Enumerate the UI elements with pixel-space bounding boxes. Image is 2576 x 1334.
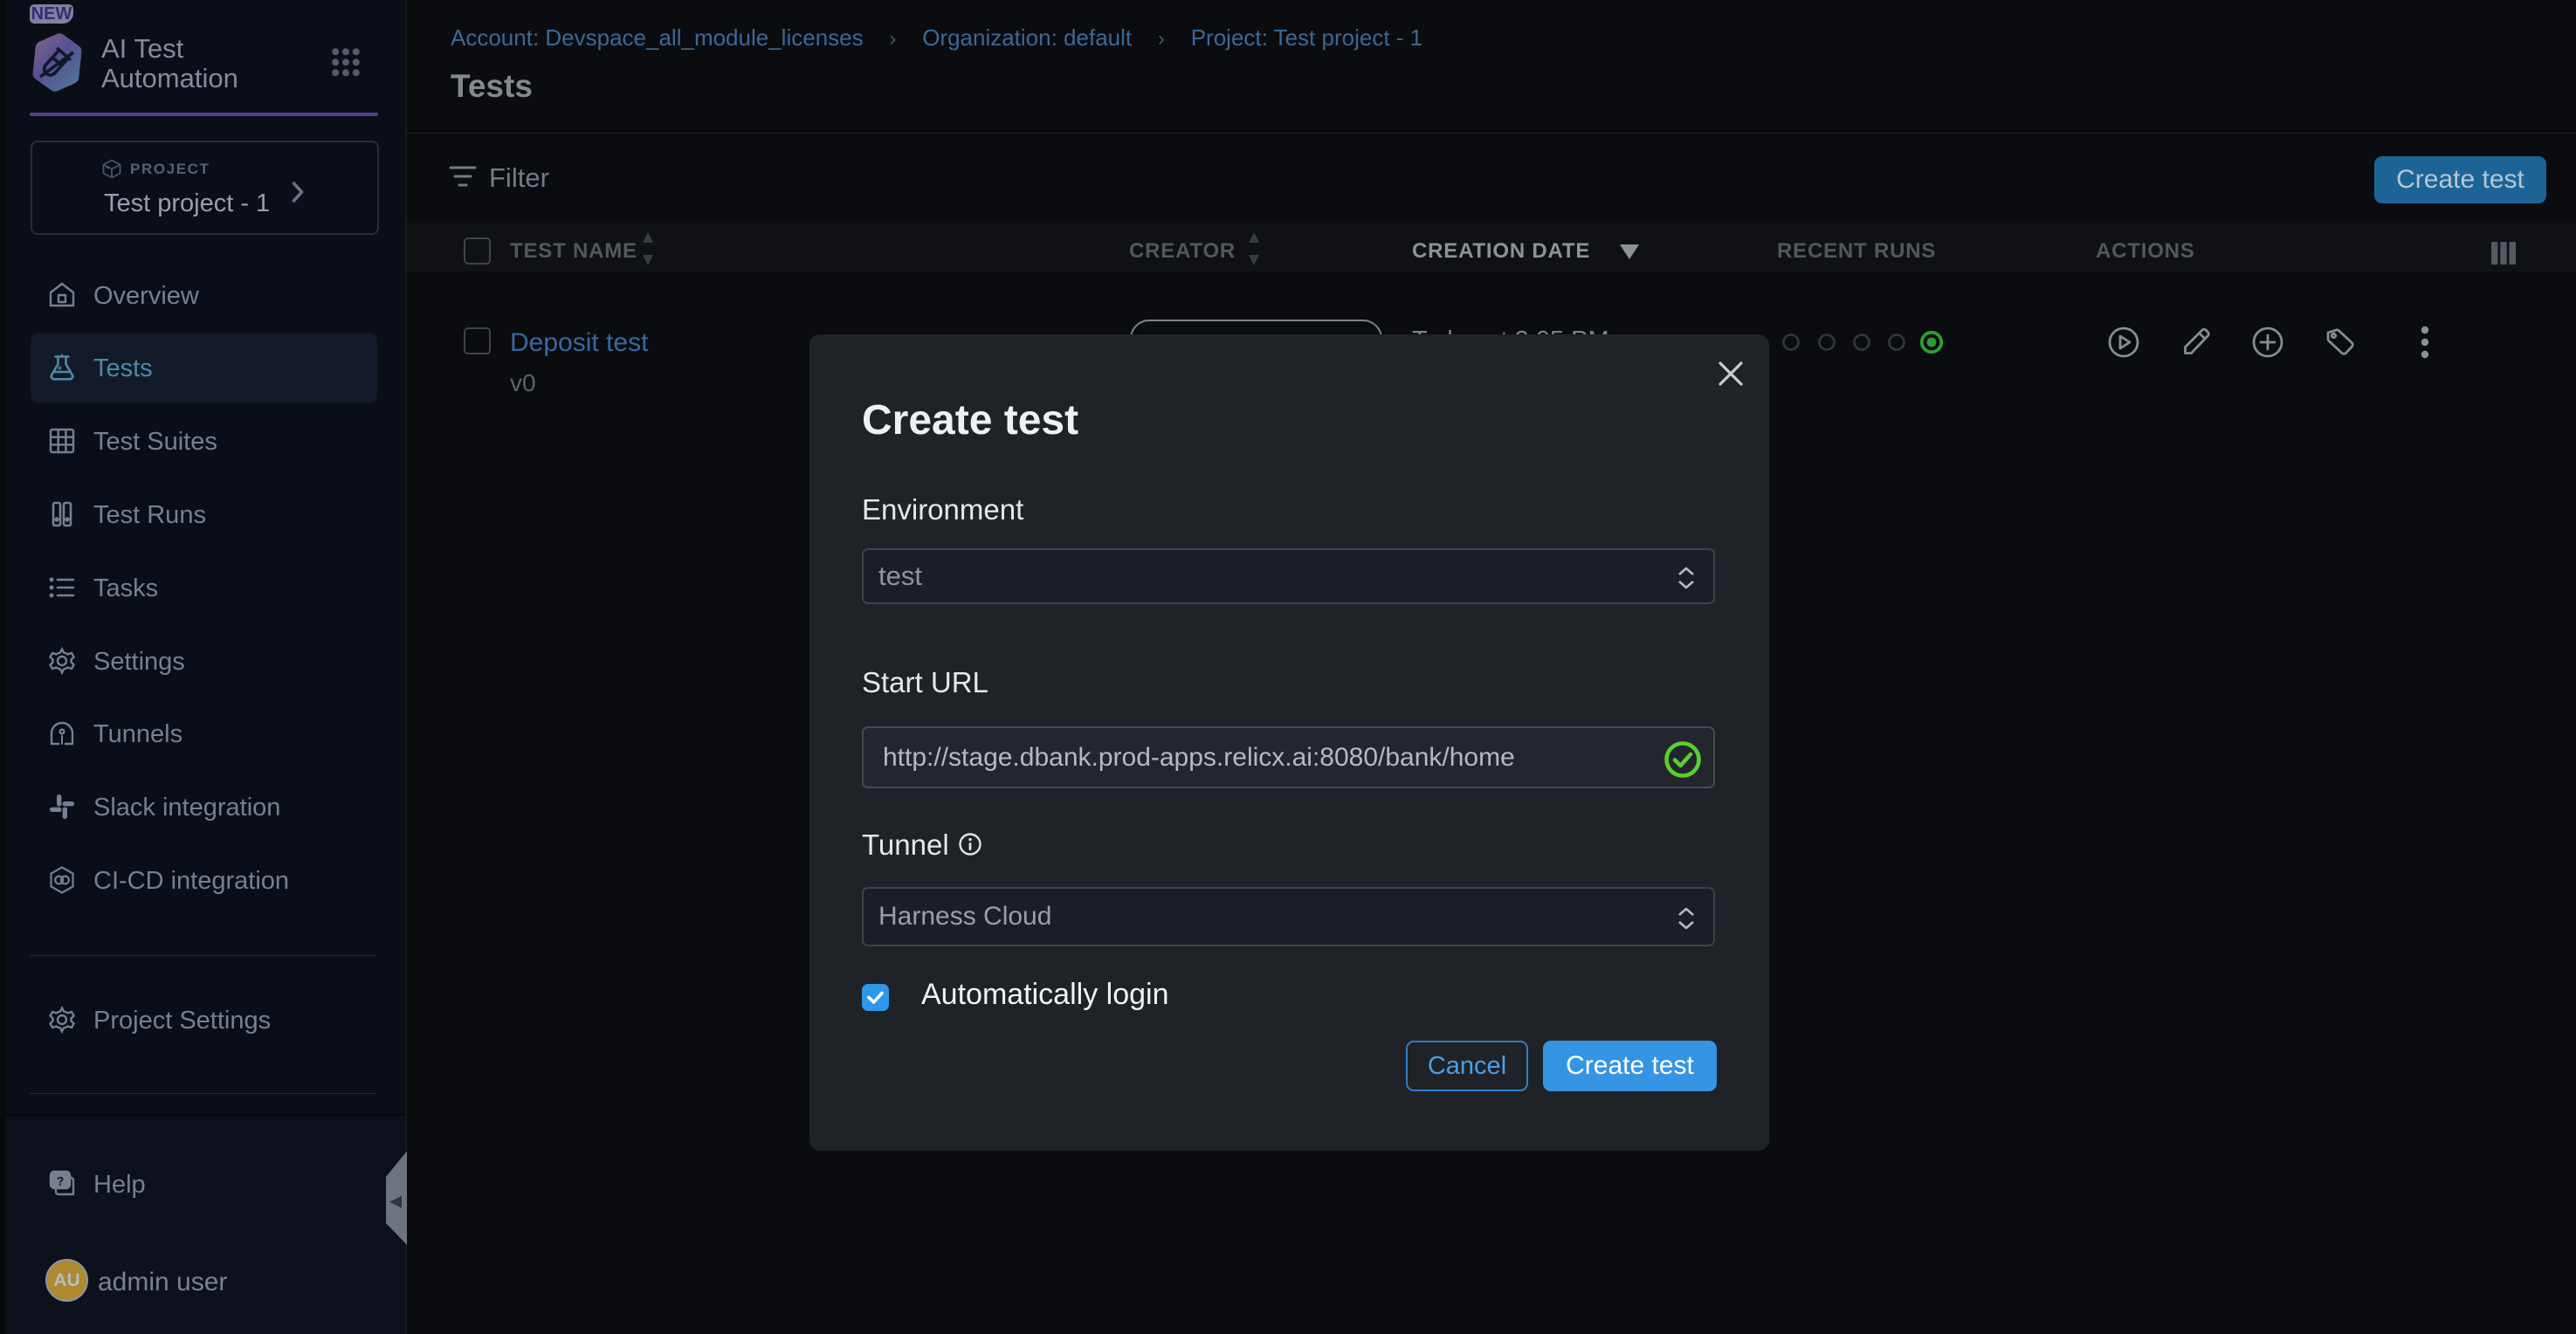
svg-text:?: ? (57, 1174, 65, 1188)
